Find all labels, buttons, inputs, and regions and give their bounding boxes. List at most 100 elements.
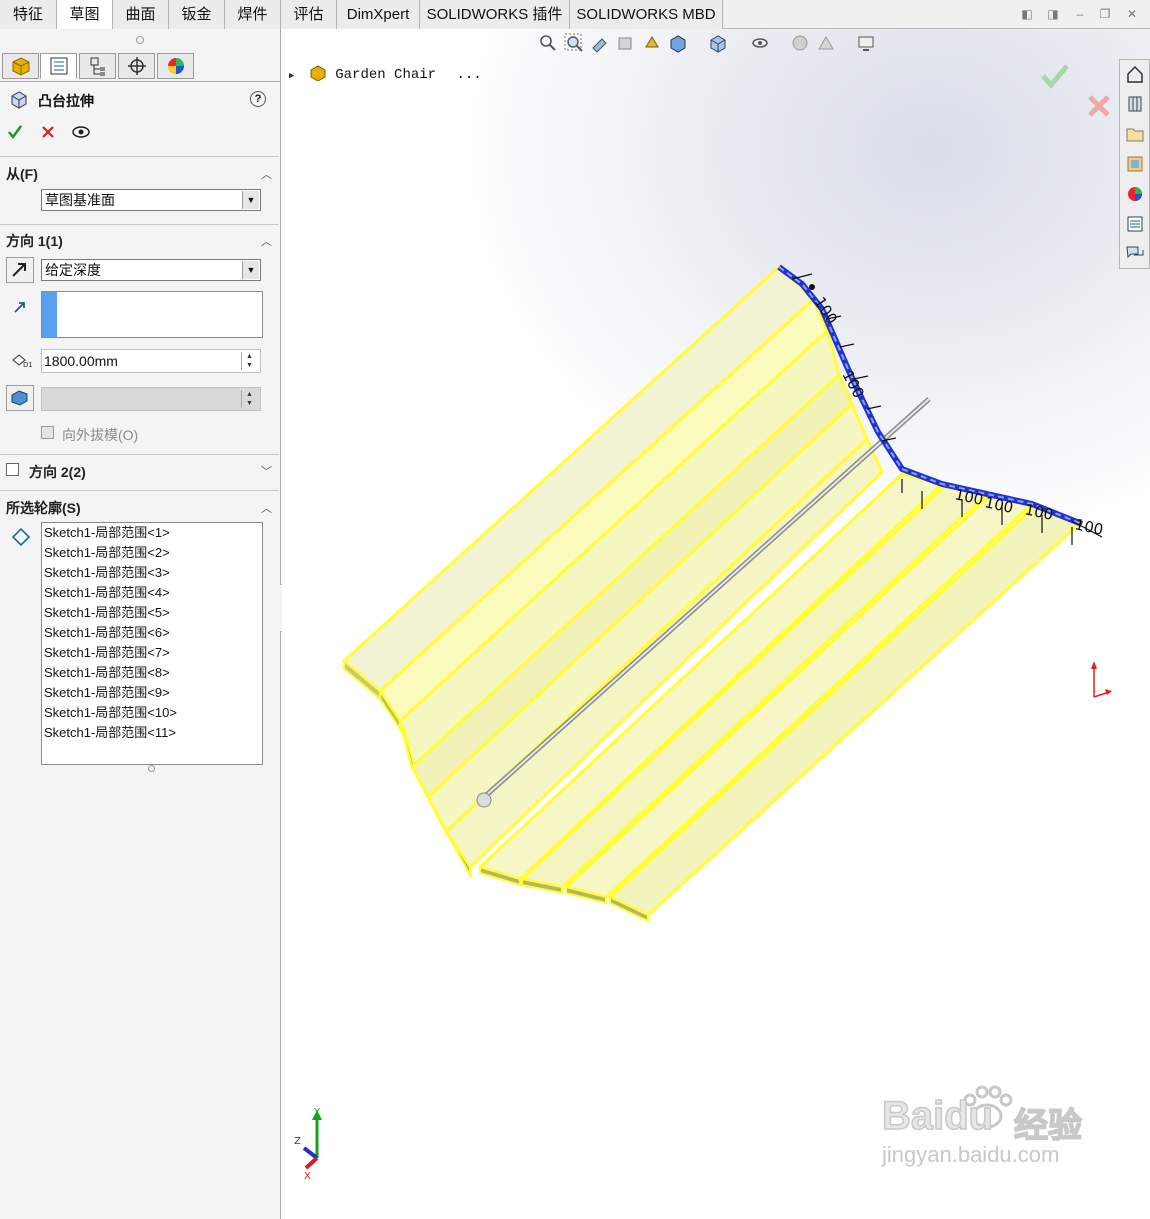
direction2-section-header[interactable]: 方向 2(2) xyxy=(29,462,86,482)
preview-eye-icon[interactable] xyxy=(71,124,91,140)
depth-icon: D1 xyxy=(12,354,32,369)
crosshair-icon xyxy=(128,57,146,75)
selected-contours-list[interactable]: Sketch1-局部范围<1> Sketch1-局部范围<2> Sketch1-… xyxy=(41,522,263,765)
manager-tabs xyxy=(0,51,281,82)
reverse-direction-button[interactable] xyxy=(6,257,34,283)
tab-sheet-metal[interactable]: 钣金 xyxy=(169,0,225,29)
graphics-area[interactable]: ▶ Garden Chair ... 100 100 100 100 100 1… xyxy=(282,29,1150,1219)
custom-properties-icon[interactable] xyxy=(1125,214,1145,234)
svg-text:D1: D1 xyxy=(23,361,32,369)
display-manager-tab[interactable] xyxy=(157,53,194,79)
tab-surfaces[interactable]: 曲面 xyxy=(113,0,169,29)
end-condition-value: 给定深度 xyxy=(45,262,101,278)
list-item[interactable]: Sketch1-局部范围<1> xyxy=(42,523,262,543)
configuration-manager-tab[interactable] xyxy=(79,53,116,79)
list-resize-handle[interactable] xyxy=(148,765,155,772)
end-condition-select[interactable]: 给定深度 ▼ xyxy=(41,259,261,281)
tab-dimxpert[interactable]: DimXpert xyxy=(337,0,420,29)
orientation-triad: Y Z X xyxy=(294,1107,322,1181)
list-item[interactable]: Sketch1-局部范围<11> xyxy=(42,723,262,743)
depth-value: 1800.00mm xyxy=(44,353,118,369)
from-select-value: 草图基准面 xyxy=(45,192,115,208)
from-select[interactable]: 草图基准面 ▼ xyxy=(41,189,261,211)
tab-weldments[interactable]: 焊件 xyxy=(225,0,281,29)
sketch-point xyxy=(809,284,815,290)
tab-solidworks-addins[interactable]: SOLIDWORKS 插件 xyxy=(420,0,570,29)
direction2-checkbox[interactable] xyxy=(6,463,19,476)
depth-spinner[interactable]: ▲ ▼ xyxy=(241,352,257,370)
list-item[interactable]: Sketch1-局部范围<7> xyxy=(42,643,262,663)
dimxpert-manager-tab[interactable] xyxy=(118,53,155,79)
dropdown-arrow-icon[interactable]: ▼ xyxy=(242,261,259,279)
depth-input[interactable]: 1800.00mm ▲ ▼ xyxy=(41,349,261,373)
watermark-url: jingyan.baidu.com xyxy=(882,1142,1060,1167)
list-item[interactable]: Sketch1-局部范围<9> xyxy=(42,683,262,703)
draft-outward-checkbox[interactable] xyxy=(41,426,54,439)
expand-chevron-icon[interactable]: ﹀ xyxy=(261,463,272,479)
file-explorer-icon[interactable] xyxy=(1125,124,1145,144)
collapse-chevron-icon[interactable]: ︿ xyxy=(261,500,272,516)
property-manager-tab[interactable] xyxy=(40,53,77,79)
triad-label-z: Z xyxy=(294,1136,301,1147)
draft-toggle-button[interactable] xyxy=(6,385,34,411)
dock-left-icon[interactable]: ◧ xyxy=(1020,7,1034,21)
collapse-chevron-icon[interactable]: ︿ xyxy=(261,166,272,182)
dimension-label: 100 xyxy=(1073,515,1105,539)
divider xyxy=(0,156,279,157)
direction-vector-icon xyxy=(14,302,25,313)
boss-extrude-icon xyxy=(11,91,27,109)
tab-sketch[interactable]: 草图 xyxy=(57,0,113,30)
home-icon[interactable] xyxy=(1125,64,1145,84)
feature-title: 凸台拉伸 xyxy=(38,93,94,109)
triad-label-x: X xyxy=(304,1171,311,1181)
list-item[interactable]: Sketch1-局部范围<10> xyxy=(42,703,262,723)
list-item[interactable]: Sketch1-局部范围<5> xyxy=(42,603,262,623)
list-item[interactable]: Sketch1-局部范围<6> xyxy=(42,623,262,643)
watermark-suffix: 经验 xyxy=(1013,1106,1083,1146)
ok-check-icon[interactable] xyxy=(7,124,23,140)
close-icon[interactable]: ✕ xyxy=(1125,7,1139,21)
list-item[interactable]: Sketch1-局部范围<8> xyxy=(42,663,262,683)
triad-label-y: Y xyxy=(313,1107,321,1118)
appearances-icon[interactable] xyxy=(1125,184,1145,204)
feature-manager-tab[interactable] xyxy=(2,53,39,79)
cancel-x-icon[interactable] xyxy=(40,124,56,140)
list-item[interactable]: Sketch1-局部范围<2> xyxy=(42,543,262,563)
tab-solidworks-mbd[interactable]: SOLIDWORKS MBD xyxy=(570,0,723,29)
draft-angle-spinner: ▲ ▼ xyxy=(241,390,257,408)
list-item[interactable]: Sketch1-局部范围<3> xyxy=(42,563,262,583)
property-list-icon xyxy=(50,57,68,75)
command-manager-tabs: 特征 草图 曲面 钣金 焊件 评估 DimXpert SOLIDWORKS 插件… xyxy=(0,0,1150,30)
minimize-icon[interactable]: – xyxy=(1073,7,1087,21)
reverse-direction-icon xyxy=(12,263,26,277)
watermark-brand: Baidu xyxy=(881,1093,994,1139)
forum-icon[interactable] xyxy=(1125,244,1145,264)
dock-right-icon[interactable]: ◨ xyxy=(1046,7,1060,21)
panel-resize-handle[interactable] xyxy=(136,36,144,44)
design-library-icon[interactable] xyxy=(1125,94,1145,114)
collapse-chevron-icon[interactable]: ︿ xyxy=(261,233,272,249)
view-palette-icon[interactable] xyxy=(1125,154,1145,174)
task-pane-bar xyxy=(1119,59,1150,269)
reference-triad xyxy=(1091,661,1112,698)
tab-features[interactable]: 特征 xyxy=(0,0,57,29)
model-viewport-canvas[interactable]: 100 100 100 100 100 100 xyxy=(282,29,1150,1219)
list-item[interactable]: Sketch1-局部范围<4> xyxy=(42,583,262,603)
dropdown-arrow-icon[interactable]: ▼ xyxy=(242,191,259,209)
rod-end-cap xyxy=(476,792,492,808)
color-wheel-icon xyxy=(168,58,184,74)
draft-icon xyxy=(11,390,28,406)
restore-icon[interactable]: ❐ xyxy=(1098,7,1112,21)
feature-tree-icon xyxy=(12,57,30,76)
direction-reference-box[interactable] xyxy=(41,291,263,338)
help-icon[interactable]: ? xyxy=(250,91,266,107)
contour-diamond-icon xyxy=(11,527,31,547)
selection-highlight xyxy=(42,292,57,337)
property-manager: 凸台拉伸 ? 从(F) ︿ 草图基准面 ▼ 方向 1(1) ︿ 给定深度 ▼ D… xyxy=(0,29,292,1219)
from-section-header[interactable]: 从(F) xyxy=(6,164,38,184)
draft-angle-input: ▲ ▼ xyxy=(41,387,261,411)
selected-contours-header[interactable]: 所选轮廓(S) xyxy=(6,498,81,518)
divider xyxy=(0,454,279,455)
direction1-section-header[interactable]: 方向 1(1) xyxy=(6,231,63,251)
tab-evaluate[interactable]: 评估 xyxy=(281,0,337,29)
